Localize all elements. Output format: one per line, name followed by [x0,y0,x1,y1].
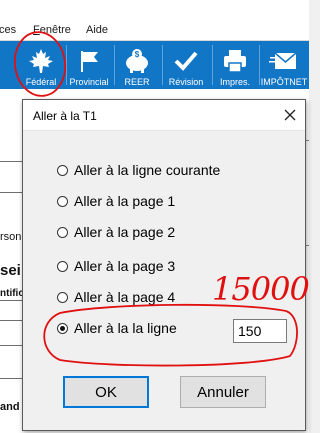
revision-button[interactable]: Révision [162,41,210,89]
menu-bar: ces Fenêtre Aide [0,0,309,41]
toolbar-label: Provincial [69,77,109,87]
provincial-button[interactable]: Provincial [66,41,112,89]
option-page-3[interactable]: Aller à la page 3 [57,256,175,276]
impotnet-button[interactable]: IMPÔTNET [259,41,309,89]
option-line[interactable]: Aller à la la ligne [57,318,177,338]
menu-label-rest: enêtre [39,24,71,36]
maple-leaf-icon [29,49,53,73]
radio-button[interactable] [57,260,68,272]
toolbar-label: Impres. [219,77,250,87]
option-label: Aller à la page 1 [74,193,176,209]
title-strip [0,0,309,20]
option-current-line[interactable]: Aller à la ligne courante [57,160,220,180]
flag-icon [81,51,98,72]
menu-item-finances[interactable]: ces [0,24,16,36]
envelope-icon [269,52,297,69]
close-icon[interactable] [281,106,299,124]
print-button[interactable]: Impres. [212,41,258,89]
option-page-4[interactable]: Aller à la page 4 [57,287,175,307]
toolbar-label: Fédéral [25,77,57,87]
menu-item-aide[interactable]: Aide [86,24,108,36]
ok-button[interactable]: OK [63,376,149,408]
reer-button[interactable]: $ REER [114,41,160,89]
goto-dialog: Aller à la T1 Aller à la ligne courante … [22,99,306,431]
radio-button[interactable] [57,226,68,238]
dialog-title: Aller à la T1 [33,109,97,123]
option-label: Aller à la page 3 [74,258,176,274]
form-fragment: ntific [0,288,24,299]
option-label: Aller à la ligne courante [74,162,221,178]
cancel-button[interactable]: Annuler [180,376,266,408]
option-label: Aller à la page 4 [74,289,176,305]
form-fragment: sei [0,262,21,279]
form-divider [0,345,24,346]
menu-mnemonic: F [33,24,40,36]
toolbar-label: IMPÔTNET [260,77,308,87]
option-label: Aller à la page 2 [74,224,176,240]
line-number-input[interactable] [233,319,287,343]
federal-button[interactable]: Fédéral [18,41,64,89]
form-fragment: rson [0,231,22,243]
option-page-1[interactable]: Aller à la page 1 [57,191,175,211]
svg-text:$: $ [135,50,140,59]
printer-icon [224,50,246,73]
radio-button-selected[interactable] [57,322,68,334]
option-page-2[interactable]: Aller à la page 2 [57,222,175,242]
radio-button[interactable] [57,195,68,207]
form-divider [0,320,24,321]
option-label: Aller à la la ligne [74,320,177,336]
toolbar-label: Révision [168,77,204,87]
form-divider [0,161,24,162]
menu-item-fenetre[interactable]: Fenêtre [33,24,71,36]
form-divider [0,378,24,379]
toolbar-label: REER [124,77,150,87]
radio-button[interactable] [57,291,68,303]
piggy-bank-icon: $ [126,49,148,73]
radio-button[interactable] [57,164,68,176]
form-fragment: and [0,401,20,413]
check-icon [174,51,198,71]
form-divider [0,300,24,301]
form-divider [0,192,24,193]
handwritten-number: 15000 [212,270,310,308]
dialog-title-bar[interactable]: Aller à la T1 [23,100,305,131]
